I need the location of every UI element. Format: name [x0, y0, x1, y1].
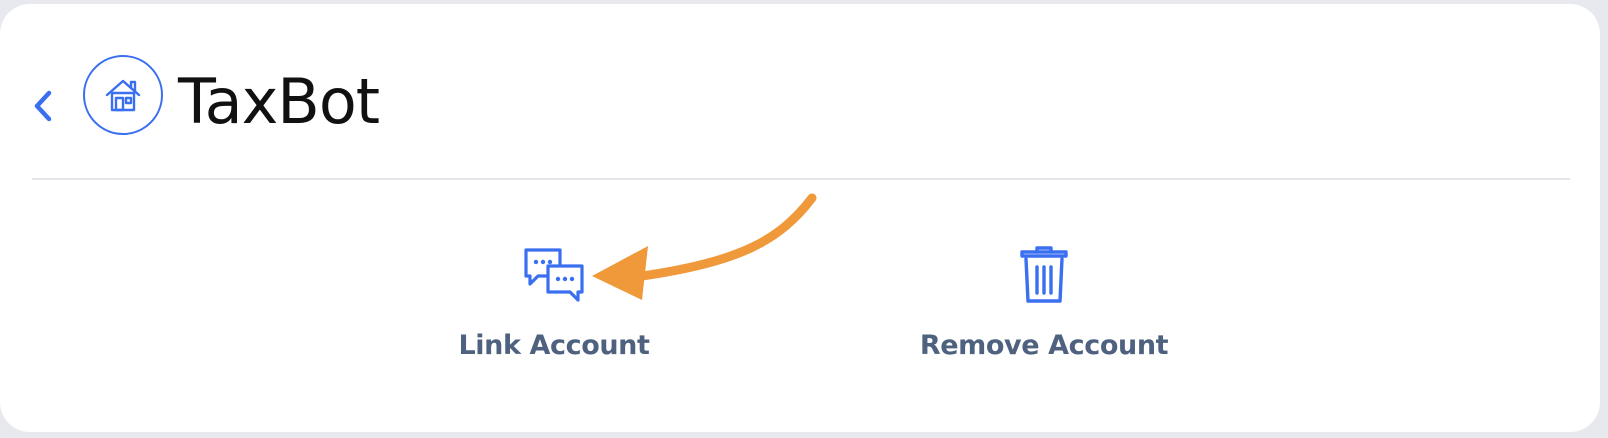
house-icon — [105, 79, 141, 112]
trash-icon — [1020, 246, 1068, 303]
page-title: TaxBot — [178, 65, 380, 138]
back-button[interactable] — [28, 84, 58, 128]
chevron-left-icon — [34, 90, 52, 122]
divider — [32, 178, 1570, 180]
chat-bubbles-icon — [524, 248, 584, 302]
remove-account-label: Remove Account — [919, 330, 1169, 361]
remove-account-button[interactable]: Remove Account — [884, 240, 1204, 361]
account-card: TaxBot Link Account Remove Account — [0, 4, 1600, 432]
avatar — [83, 55, 163, 135]
link-account-label: Link Account — [458, 330, 650, 361]
link-account-button[interactable]: Link Account — [394, 240, 714, 361]
